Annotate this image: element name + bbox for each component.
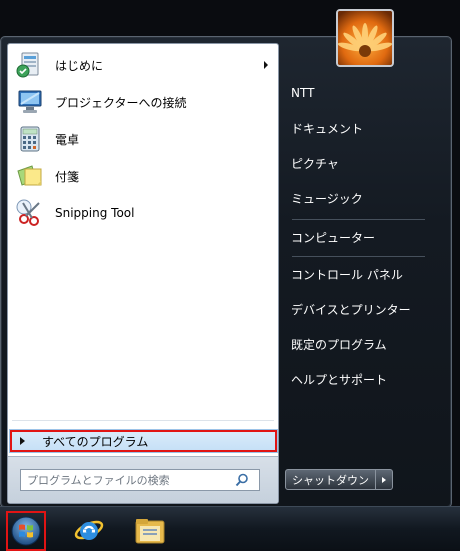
windows-explorer-icon[interactable]	[133, 513, 167, 547]
right-item-control-panel[interactable]: コントロール パネル	[285, 260, 435, 288]
internet-explorer-icon[interactable]	[72, 513, 106, 547]
program-item-getting-started[interactable]: はじめに	[12, 47, 274, 83]
search-input[interactable]	[27, 473, 232, 487]
search-area	[8, 456, 278, 503]
right-item-label: ピクチャ	[291, 156, 339, 171]
sticky-notes-icon	[14, 160, 46, 192]
right-item-label: 既定のプログラム	[291, 337, 387, 352]
right-item-user[interactable]: NTT	[285, 79, 435, 107]
shutdown-button[interactable]: シャットダウン	[285, 469, 376, 490]
getting-started-icon	[14, 49, 46, 81]
scissors-icon	[14, 197, 46, 229]
all-programs-label: すべてのプログラム	[42, 434, 149, 449]
shutdown-options-button[interactable]	[376, 469, 393, 490]
calculator-icon	[14, 123, 46, 155]
chevron-right-icon	[382, 476, 386, 483]
right-item-label: デバイスとプリンター	[291, 302, 411, 317]
right-item-music[interactable]: ミュージック	[285, 184, 435, 212]
all-programs-button[interactable]: すべてのプログラム	[9, 429, 278, 453]
program-label: 付箋	[55, 169, 80, 184]
triangle-right-icon	[20, 437, 25, 445]
submenu-arrow-icon	[264, 61, 268, 69]
shutdown-group: シャットダウン	[285, 469, 393, 490]
right-item-pictures[interactable]: ピクチャ	[285, 149, 435, 177]
start-button[interactable]	[6, 511, 46, 551]
program-label: プロジェクターへの接続	[55, 95, 187, 110]
divider	[292, 219, 425, 220]
right-item-devices-printers[interactable]: デバイスとプリンター	[285, 295, 435, 323]
right-item-computer[interactable]: コンピューター	[285, 223, 435, 251]
search-icon[interactable]	[232, 471, 252, 489]
program-label: Snipping Tool	[55, 206, 135, 220]
right-item-label: コンピューター	[291, 230, 376, 245]
divider	[12, 420, 274, 421]
right-item-documents[interactable]: ドキュメント	[285, 114, 435, 142]
program-item-snipping-tool[interactable]: Snipping Tool	[12, 195, 274, 231]
right-item-label: NTT	[291, 86, 315, 100]
user-picture[interactable]	[336, 9, 394, 67]
program-item-sticky-notes[interactable]: 付箋	[12, 158, 274, 194]
program-item-projector[interactable]: プロジェクターへの接続	[12, 84, 274, 120]
right-item-label: ドキュメント	[291, 121, 364, 136]
search-box[interactable]	[20, 469, 260, 491]
projector-icon	[14, 86, 46, 118]
flower-picture-icon	[338, 11, 392, 65]
program-label: 電卓	[55, 132, 80, 147]
program-item-calculator[interactable]: 電卓	[12, 121, 274, 157]
program-label: はじめに	[55, 58, 104, 73]
right-item-label: コントロール パネル	[291, 267, 403, 282]
right-item-label: ヘルプとサポート	[291, 372, 388, 387]
shutdown-label: シャットダウン	[292, 473, 369, 487]
programs-pane: はじめに プロジェクターへの接続 電卓 付箋 Snipping Tool すべて…	[7, 43, 279, 504]
divider	[292, 256, 425, 257]
right-item-label: ミュージック	[291, 191, 363, 206]
right-item-help-support[interactable]: ヘルプとサポート	[285, 365, 435, 393]
taskbar	[0, 506, 460, 551]
right-item-default-programs[interactable]: 既定のプログラム	[285, 330, 435, 358]
windows-logo-icon	[11, 516, 41, 546]
